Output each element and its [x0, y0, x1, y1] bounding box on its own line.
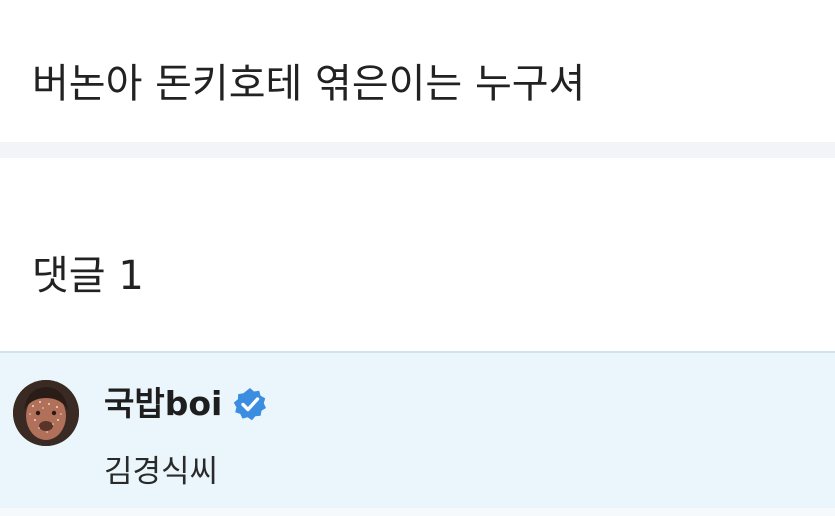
avatar-image: [13, 380, 79, 446]
question-text: 버논아 돈키호테 엮은이는 누구셔: [32, 61, 586, 107]
comment-body-text: 김경식씨: [104, 454, 219, 490]
user-avatar[interactable]: [13, 380, 79, 446]
verified-badge-icon: [232, 386, 268, 422]
comments-count-title: 댓글 1: [32, 253, 144, 299]
bottom-strip: [0, 508, 835, 516]
comments-section: 댓글 1: [0, 158, 835, 352]
comment-author-name[interactable]: 국밥boi: [104, 381, 222, 427]
question-section: 버논아 돈키호테 엮은이는 누구셔: [0, 0, 835, 142]
comment-item[interactable]: 국밥boi 김경식씨: [0, 351, 835, 516]
comment-author-row: 국밥boi: [104, 381, 268, 427]
section-divider: [0, 142, 835, 158]
